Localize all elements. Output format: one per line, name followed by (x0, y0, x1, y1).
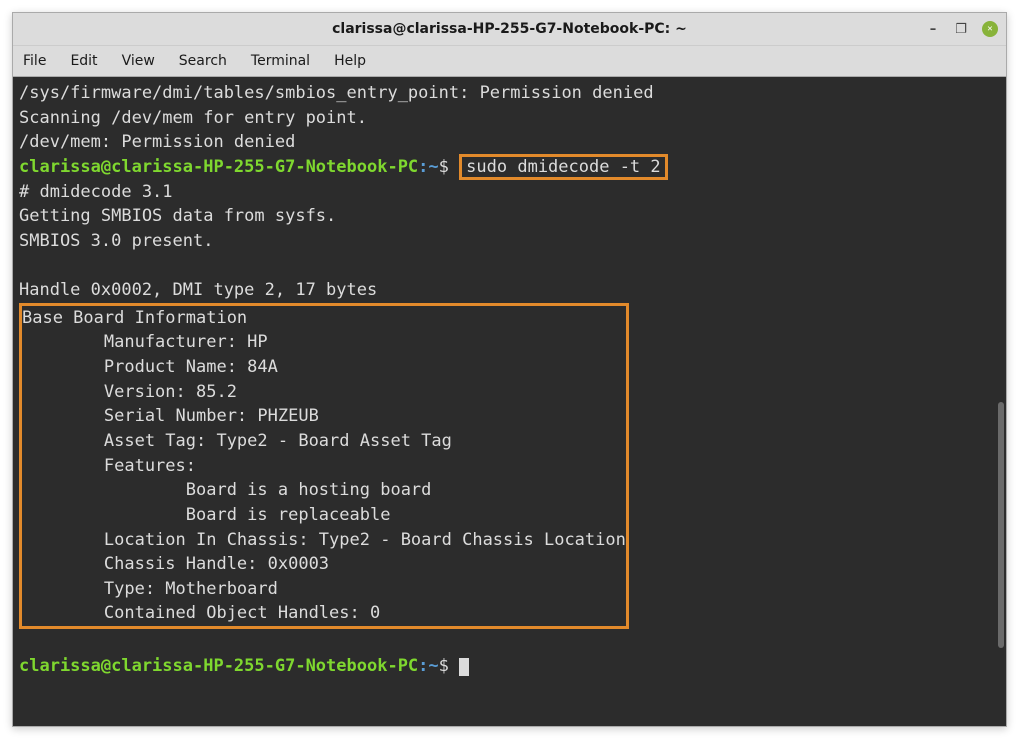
output-line: Board is a hosting board (22, 480, 431, 500)
titlebar: clarissa@clarissa-HP-255-G7-Notebook-PC:… (13, 13, 1006, 45)
window-controls: – ❐ (926, 21, 998, 37)
menu-search[interactable]: Search (179, 53, 227, 69)
output-line: Chassis Handle: 0x0003 (22, 554, 329, 574)
prompt-user: clarissa@clarissa-HP-255-G7-Notebook-PC (19, 157, 418, 177)
prompt-user: clarissa@clarissa-HP-255-G7-Notebook-PC (19, 656, 418, 676)
output-line: Base Board Information (22, 308, 247, 328)
menu-terminal[interactable]: Terminal (251, 53, 310, 69)
menu-file[interactable]: File (23, 53, 46, 69)
close-button[interactable] (982, 21, 998, 37)
output-line: Contained Object Handles: 0 (22, 603, 380, 623)
output-line: Version: 85.2 (22, 382, 237, 402)
prompt-path: ~ (428, 656, 438, 676)
output-line: Product Name: 84A (22, 357, 278, 377)
terminal-content: /sys/firmware/dmi/tables/smbios_entry_po… (19, 81, 1000, 678)
output-line: Serial Number: PHZEUB (22, 406, 319, 426)
output-highlight-box: Base Board Information Manufacturer: HP … (19, 303, 629, 629)
output-line: Board is replaceable (22, 505, 390, 525)
output-line: Features: (22, 456, 196, 476)
output-line: Getting SMBIOS data from sysfs. (19, 206, 336, 226)
window-title: clarissa@clarissa-HP-255-G7-Notebook-PC:… (332, 21, 687, 37)
command-highlight-box: sudo dmidecode -t 2 (459, 154, 667, 180)
output-line: /sys/firmware/dmi/tables/smbios_entry_po… (19, 83, 654, 103)
menu-view[interactable]: View (122, 53, 155, 69)
scrollbar[interactable] (996, 77, 1006, 726)
output-line: Manufacturer: HP (22, 332, 268, 352)
minimize-button[interactable]: – (926, 22, 940, 36)
terminal-area[interactable]: /sys/firmware/dmi/tables/smbios_entry_po… (13, 77, 1006, 726)
prompt-dollar: $ (439, 157, 449, 177)
output-line: Type: Motherboard (22, 579, 278, 599)
menu-edit[interactable]: Edit (70, 53, 97, 69)
cursor-icon (459, 658, 469, 676)
output-line: Asset Tag: Type2 - Board Asset Tag (22, 431, 452, 451)
maximize-button[interactable]: ❐ (954, 22, 968, 36)
output-line: Location In Chassis: Type2 - Board Chass… (22, 530, 626, 550)
terminal-window: clarissa@clarissa-HP-255-G7-Notebook-PC:… (12, 12, 1007, 727)
output-line: # dmidecode 3.1 (19, 182, 173, 202)
prompt-path: ~ (428, 157, 438, 177)
prompt-sep: : (418, 656, 428, 676)
output-line: Scanning /dev/mem for entry point. (19, 108, 367, 128)
scrollbar-thumb[interactable] (998, 402, 1004, 649)
output-line: /dev/mem: Permission denied (19, 132, 295, 152)
output-line: SMBIOS 3.0 present. (19, 231, 213, 251)
menu-help[interactable]: Help (334, 53, 366, 69)
prompt-sep: : (418, 157, 428, 177)
prompt-dollar: $ (439, 656, 449, 676)
command-text: sudo dmidecode -t 2 (466, 157, 660, 177)
output-line: Handle 0x0002, DMI type 2, 17 bytes (19, 280, 377, 300)
menubar: File Edit View Search Terminal Help (13, 45, 1006, 77)
